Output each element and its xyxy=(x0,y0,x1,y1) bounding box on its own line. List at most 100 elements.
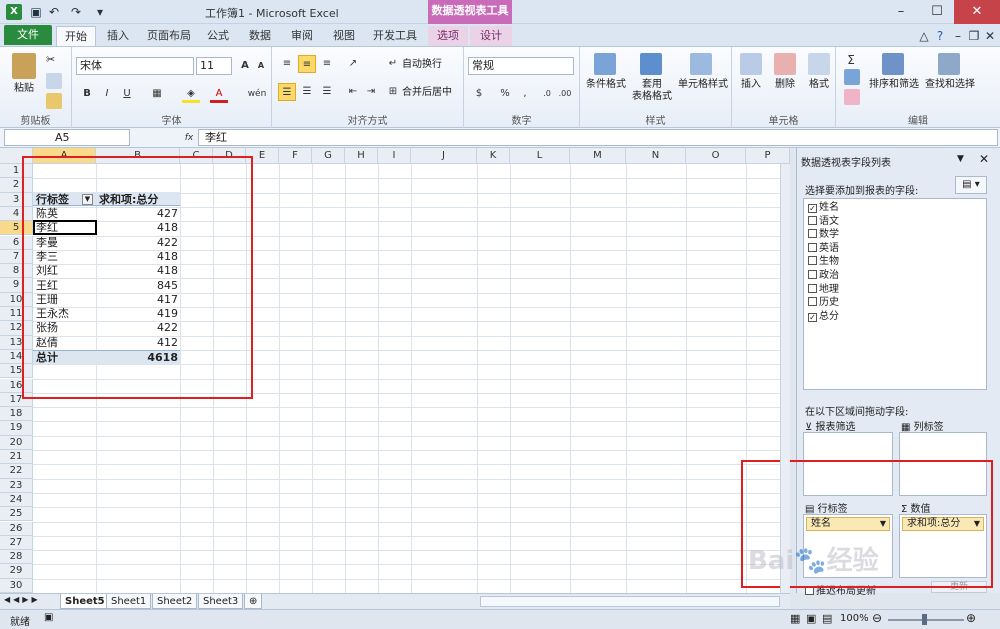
cut-icon[interactable]: ✂ xyxy=(46,53,62,69)
field-checkbox[interactable] xyxy=(808,283,817,293)
orientation-icon[interactable]: ↗ xyxy=(344,55,362,73)
insert-sheet-icon[interactable]: ⊕ xyxy=(244,594,263,609)
column-header[interactable]: H xyxy=(345,148,378,164)
row-header[interactable]: 21 xyxy=(0,450,33,465)
insert-button[interactable]: 插入 xyxy=(736,79,766,91)
page-break-view-icon[interactable]: ▤ xyxy=(822,612,832,625)
clear-icon[interactable] xyxy=(844,89,860,105)
pane-close-icon[interactable]: ✕ xyxy=(979,152,989,166)
row-header[interactable]: 30 xyxy=(0,578,33,593)
sort-filter-button[interactable]: 排序和筛选 xyxy=(868,79,920,91)
field-checkbox[interactable] xyxy=(808,242,817,252)
copy-icon[interactable] xyxy=(46,73,62,89)
font-size-select[interactable]: 11 xyxy=(196,57,232,75)
row-header[interactable]: 22 xyxy=(0,464,33,479)
number-format-select[interactable]: 常规 xyxy=(468,57,574,75)
conditional-format-icon[interactable] xyxy=(594,53,616,75)
column-header[interactable]: O xyxy=(686,148,746,164)
field-checkbox[interactable] xyxy=(808,215,817,225)
column-header[interactable]: F xyxy=(279,148,312,164)
increase-indent-icon[interactable]: ⇥ xyxy=(362,83,380,101)
percent-button[interactable]: % xyxy=(496,85,514,103)
column-header[interactable]: K xyxy=(477,148,510,164)
field-item[interactable]: 英语 xyxy=(808,242,839,255)
column-header[interactable]: I xyxy=(378,148,411,164)
row-header[interactable]: 19 xyxy=(0,421,33,436)
save-icon[interactable]: ▣ xyxy=(28,4,44,20)
decrease-decimal-icon[interactable]: .00 xyxy=(556,85,574,103)
underline-button[interactable]: U xyxy=(118,85,136,103)
undo-icon[interactable]: ↶ xyxy=(46,4,62,20)
formula-input[interactable]: 李红 xyxy=(198,129,998,146)
tab-options[interactable]: 选项 xyxy=(428,26,468,46)
sort-filter-icon[interactable] xyxy=(882,53,904,75)
field-checkbox[interactable] xyxy=(808,297,817,307)
align-center-icon[interactable]: ☰ xyxy=(298,83,316,101)
zoom-slider-thumb[interactable] xyxy=(922,614,927,625)
row-header[interactable]: 28 xyxy=(0,550,33,565)
doc-minimize-icon[interactable]: – xyxy=(950,28,966,44)
field-item[interactable]: 地理 xyxy=(808,283,839,296)
find-select-icon[interactable] xyxy=(938,53,960,75)
customize-qat-icon[interactable]: ▾ xyxy=(92,4,108,20)
row-header[interactable]: 27 xyxy=(0,535,33,551)
insert-cells-icon[interactable] xyxy=(740,53,762,75)
tab-developer[interactable]: 开发工具 xyxy=(368,26,422,46)
field-checkbox[interactable] xyxy=(808,229,817,239)
font-name-select[interactable]: 宋体 xyxy=(76,57,194,75)
decrease-indent-icon[interactable]: ⇤ xyxy=(344,83,362,101)
pane-options-icon[interactable]: ▼ xyxy=(957,154,964,164)
doc-close-icon[interactable]: ✕ xyxy=(982,28,998,44)
increase-decimal-icon[interactable]: .0 xyxy=(538,85,556,103)
align-right-icon[interactable]: ☰ xyxy=(318,83,336,101)
redo-icon[interactable]: ↷ xyxy=(68,4,84,20)
wrap-text-icon[interactable]: ↵ xyxy=(384,55,402,73)
normal-view-icon[interactable]: ▦ xyxy=(790,612,800,625)
row-header[interactable]: 29 xyxy=(0,564,33,579)
paste-button[interactable]: 粘贴 xyxy=(6,83,42,95)
comma-button[interactable]: , xyxy=(516,85,534,103)
sheet-tab[interactable]: Sheet3 xyxy=(198,594,244,609)
format-table-label-1[interactable]: 套用 xyxy=(632,79,672,91)
cell-styles-icon[interactable] xyxy=(690,53,712,75)
fill-icon[interactable] xyxy=(844,69,860,85)
align-middle-icon[interactable]: ≡ xyxy=(298,55,316,73)
horizontal-scrollbar[interactable] xyxy=(480,596,780,607)
font-color-icon[interactable]: A xyxy=(210,85,228,103)
tab-review[interactable]: 审阅 xyxy=(284,26,320,46)
align-top-icon[interactable]: ≡ xyxy=(278,55,296,73)
sheet-tab[interactable]: Sheet1 xyxy=(106,594,152,609)
field-item[interactable]: 生物 xyxy=(808,255,839,268)
field-item[interactable]: 历史 xyxy=(808,296,839,309)
field-checkbox[interactable] xyxy=(808,270,817,279)
field-checkbox[interactable]: ✓ xyxy=(808,312,817,322)
conditional-format-button[interactable]: 条件格式 xyxy=(582,79,630,91)
page-layout-view-icon[interactable]: ▣ xyxy=(806,612,816,625)
align-left-icon[interactable]: ☰ xyxy=(278,83,296,101)
field-checkbox[interactable]: ✓ xyxy=(808,204,817,213)
row-header[interactable]: 18 xyxy=(0,407,33,422)
find-select-button[interactable]: 查找和选择 xyxy=(922,79,978,91)
field-layout-icon[interactable]: ▤ ▾ xyxy=(955,176,987,194)
tab-design[interactable]: 设计 xyxy=(470,26,512,46)
wrap-text-button[interactable]: 自动换行 xyxy=(402,59,442,71)
zoom-out-icon[interactable]: ⊖ xyxy=(872,611,882,625)
vertical-scrollbar[interactable] xyxy=(780,164,790,593)
help-icon[interactable]: ? xyxy=(932,28,948,44)
row-header[interactable]: 20 xyxy=(0,435,33,450)
sheet-tab[interactable]: Sheet5 xyxy=(60,594,110,609)
merge-center-icon[interactable]: ⊞ xyxy=(384,83,402,101)
tab-page-layout[interactable]: 页面布局 xyxy=(142,26,196,46)
maximize-icon[interactable]: ☐ xyxy=(920,0,954,24)
field-item[interactable]: ✓ 姓名 xyxy=(808,201,839,214)
zoom-in-icon[interactable]: ⊕ xyxy=(966,611,976,625)
close-icon[interactable]: ✕ xyxy=(954,0,1000,24)
row-header[interactable]: 25 xyxy=(0,507,33,522)
macro-record-icon[interactable]: ▣ xyxy=(44,612,53,623)
field-item[interactable]: ✓ 总分 xyxy=(808,310,839,323)
tab-data[interactable]: 数据 xyxy=(242,26,278,46)
cell-styles-button[interactable]: 单元格样式 xyxy=(676,79,730,91)
tab-home[interactable]: 开始 xyxy=(56,26,96,46)
shrink-font-icon[interactable]: A xyxy=(252,57,270,75)
sheet-nav-arrows-icon[interactable]: ◀◀▶▶ xyxy=(4,595,41,604)
